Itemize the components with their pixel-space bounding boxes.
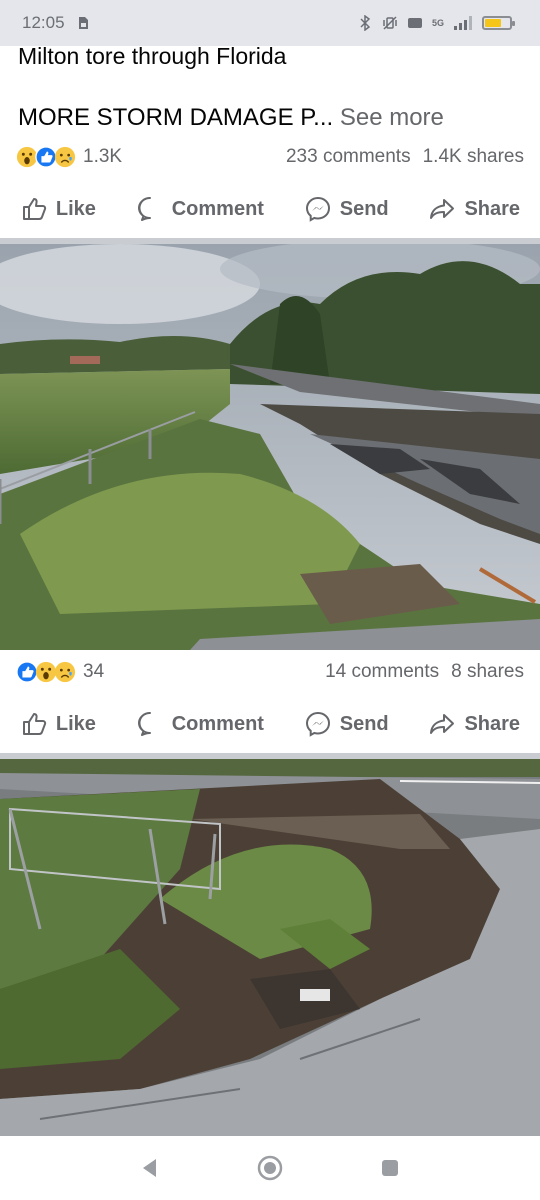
comment-button[interactable]: Comment xyxy=(132,189,268,229)
post-photo-sinkhole[interactable] xyxy=(0,759,540,1136)
recents-square-icon xyxy=(382,1160,398,1176)
like-button[interactable]: Like xyxy=(16,189,100,229)
share-label: Share xyxy=(464,197,521,220)
vibrate-off-icon xyxy=(383,16,397,30)
post-action-bar: Like Comment Send Share xyxy=(0,184,540,234)
reaction-count: 1.3K xyxy=(83,146,123,167)
back-triangle-icon xyxy=(143,1159,156,1177)
messenger-icon xyxy=(305,711,330,737)
share-count[interactable]: 8 shares xyxy=(451,661,524,683)
post-action-bar-2: Like Comment Send Share xyxy=(0,699,540,749)
home-button[interactable] xyxy=(256,1154,284,1182)
comment-count[interactable]: 233 comments xyxy=(286,146,411,168)
comment-button[interactable]: Comment xyxy=(132,704,268,744)
volte-icon xyxy=(407,18,422,28)
comment-bubble-icon xyxy=(137,711,151,736)
signal-icon xyxy=(454,16,472,30)
caption-text: MORE STORM DAMAGE P... xyxy=(18,104,334,131)
battery-icon xyxy=(482,16,515,30)
sad-reaction-icon xyxy=(54,661,76,683)
like-button[interactable]: Like xyxy=(16,704,100,744)
status-time: 12:05 xyxy=(22,13,65,32)
like-label: Like xyxy=(55,712,96,735)
sim-card-icon xyxy=(78,17,88,29)
share-count[interactable]: 1.4K shares xyxy=(423,146,524,168)
share-button[interactable]: Share xyxy=(424,189,524,229)
post-caption: MORE STORM DAMAGE P... See more xyxy=(18,100,444,136)
bluetooth-icon xyxy=(360,15,371,31)
recents-button[interactable] xyxy=(376,1154,404,1182)
system-navigation-bar xyxy=(0,1136,540,1200)
thumbs-up-icon xyxy=(22,713,47,735)
send-label: Send xyxy=(339,712,389,735)
post-header: Milton tore through Florida xyxy=(18,34,524,76)
like-label: Like xyxy=(55,197,96,220)
post-title: Milton tore through Florida xyxy=(18,43,287,69)
comment-label: Comment xyxy=(171,712,264,735)
reaction-summary-2[interactable]: 34 14 comments 8 shares xyxy=(16,657,524,687)
sinkhole-photo xyxy=(0,759,540,1136)
post-photo-road-damage[interactable] xyxy=(0,244,540,650)
reaction-summary[interactable]: 1.3K 233 comments 1.4K shares xyxy=(16,142,524,172)
network-type: 5G xyxy=(431,17,444,28)
comment-label: Comment xyxy=(171,197,264,220)
share-arrow-icon xyxy=(430,714,455,734)
share-label: Share xyxy=(464,712,521,735)
send-button[interactable]: Send xyxy=(300,704,393,744)
back-button[interactable] xyxy=(136,1154,164,1182)
sad-reaction-icon xyxy=(54,146,76,168)
share-button[interactable]: Share xyxy=(424,704,524,744)
reaction-count: 34 xyxy=(83,661,105,682)
messenger-icon xyxy=(305,196,330,222)
see-more-link[interactable]: See more xyxy=(340,104,444,131)
comment-count[interactable]: 14 comments xyxy=(325,661,439,683)
road-damage-photo xyxy=(0,244,540,650)
share-arrow-icon xyxy=(430,199,455,219)
thumbs-up-icon xyxy=(22,198,47,220)
comment-bubble-icon xyxy=(137,196,151,221)
send-button[interactable]: Send xyxy=(300,189,393,229)
send-label: Send xyxy=(339,197,389,220)
home-circle-icon xyxy=(257,1155,283,1181)
